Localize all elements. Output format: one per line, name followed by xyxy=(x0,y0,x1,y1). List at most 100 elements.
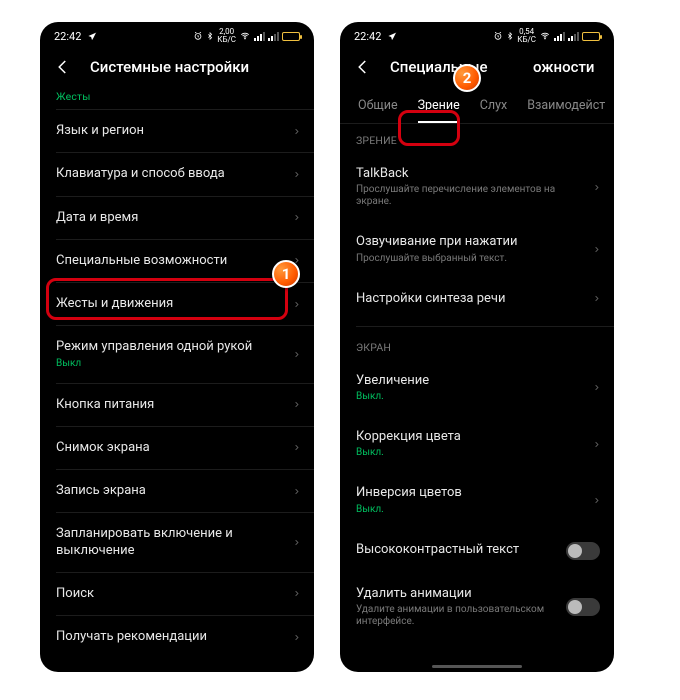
chevron-right-icon xyxy=(293,299,300,310)
back-arrow-icon[interactable] xyxy=(54,58,72,76)
status-time: 22:42 xyxy=(54,30,81,43)
settings-row[interactable]: Запись экрана xyxy=(40,470,314,512)
settings-row[interactable]: Инверсия цветов Выкл. xyxy=(340,472,614,528)
row-title: Клавиатура и способ ввода xyxy=(56,166,285,182)
chevron-right-icon xyxy=(293,588,300,599)
battery-icon xyxy=(282,32,300,41)
row-title: Настройки синтеза речи xyxy=(356,291,585,307)
row-subtitle: Удалите анимации в пользовательском инте… xyxy=(356,604,558,628)
wifi-icon xyxy=(239,31,251,41)
status-time: 22:42 xyxy=(354,30,381,43)
settings-row[interactable]: Удалить анимации Удалите анимации в польз… xyxy=(340,573,614,641)
row-title: Увеличение xyxy=(356,373,585,389)
settings-row[interactable]: Жесты и движения xyxy=(40,283,314,325)
screen-header: Специальные XXXX ожности xyxy=(340,46,614,90)
row-subtitle: Выкл. xyxy=(356,447,585,459)
chevron-right-icon xyxy=(293,255,300,266)
settings-row[interactable]: Поиск xyxy=(40,573,314,615)
battery-icon xyxy=(582,32,600,41)
net-rate: 0,54КБ/С xyxy=(517,28,536,44)
chevron-right-icon xyxy=(593,244,600,255)
screen-header: Системные настройки xyxy=(40,46,314,90)
telegram-icon xyxy=(387,31,398,42)
settings-row[interactable]: Язык и регион xyxy=(40,110,314,152)
chevron-right-icon xyxy=(293,442,300,453)
chevron-right-icon xyxy=(593,182,600,193)
row-title: TalkBack xyxy=(356,166,585,182)
settings-row[interactable]: Получать рекомендации xyxy=(40,616,314,658)
row-title: Жесты и движения xyxy=(56,296,285,312)
alarm-icon xyxy=(493,31,503,41)
section-label-vision: ЗРЕНИЕ xyxy=(340,134,614,153)
phone-right: 22:42 0,54КБ/С Специальные XXXX ожности … xyxy=(340,22,614,672)
row-title: Озвучивание при нажатии xyxy=(356,234,585,250)
row-title: Запланировать включение и выключение xyxy=(56,526,285,559)
chevron-right-icon xyxy=(293,126,300,137)
page-title: Системные настройки xyxy=(90,58,249,76)
bluetooth-icon xyxy=(206,31,214,41)
wifi-icon xyxy=(539,31,551,41)
chevron-right-icon xyxy=(593,293,600,304)
row-title: Специальные возможности xyxy=(56,253,285,269)
settings-row[interactable]: Запланировать включение и выключение xyxy=(40,513,314,572)
chevron-right-icon xyxy=(293,399,300,410)
chevron-right-icon xyxy=(293,537,300,548)
row-title: Инверсия цветов xyxy=(356,485,585,501)
settings-row[interactable]: Клавиатура и способ ввода xyxy=(40,153,314,195)
settings-row[interactable]: TalkBack Прослушайте перечисление элемент… xyxy=(340,153,614,221)
tab-взаимодейст[interactable]: Взаимодейст xyxy=(517,90,614,123)
row-subtitle: Выкл xyxy=(56,358,285,370)
row-title: Получать рекомендации xyxy=(56,629,285,645)
settings-row[interactable]: Специальные возможности xyxy=(40,240,314,282)
bluetooth-icon xyxy=(506,31,514,41)
row-title: Язык и регион xyxy=(56,123,285,139)
settings-row[interactable]: Настройки синтеза речи xyxy=(340,278,614,320)
section-label-gestures: Жесты xyxy=(40,90,314,109)
row-title: Удалить анимации xyxy=(356,586,558,602)
settings-row[interactable]: Коррекция цвета Выкл. xyxy=(340,416,614,472)
alarm-icon xyxy=(193,31,203,41)
chevron-right-icon xyxy=(593,439,600,450)
settings-row[interactable]: Высококонтрастный текст xyxy=(340,529,614,573)
home-indicator xyxy=(432,665,522,668)
toggle-switch[interactable] xyxy=(566,542,600,560)
row-title: Поиск xyxy=(56,586,285,602)
tab-общие[interactable]: Общие xyxy=(348,90,408,123)
tab-слух[interactable]: Слух xyxy=(470,90,517,123)
chevron-right-icon xyxy=(593,495,600,506)
row-title: Высококонтрастный текст xyxy=(356,542,558,558)
settings-row[interactable]: Дата и время xyxy=(40,197,314,239)
status-bar: 22:42 0,54КБ/С xyxy=(340,22,614,46)
toggle-switch[interactable] xyxy=(566,598,600,616)
chevron-right-icon xyxy=(593,382,600,393)
signal-icon-1 xyxy=(254,32,265,41)
settings-row[interactable]: Режим управления одной рукой Выкл xyxy=(40,326,314,382)
tab-зрение[interactable]: Зрение xyxy=(408,90,470,123)
status-bar: 22:42 2,00КБ/С xyxy=(40,22,314,46)
row-title: Кнопка питания xyxy=(56,397,285,413)
row-title: Коррекция цвета xyxy=(356,429,585,445)
section-label-screen: ЭКРАН xyxy=(340,341,614,360)
chevron-right-icon xyxy=(293,349,300,360)
signal-icon-1 xyxy=(554,32,565,41)
chevron-right-icon xyxy=(293,212,300,223)
row-subtitle: Прослушайте выбранный текст. xyxy=(356,253,585,265)
signal-icon-2 xyxy=(268,32,279,41)
settings-row[interactable]: Озвучивание при нажатии Прослушайте выбра… xyxy=(340,221,614,277)
signal-icon-2 xyxy=(568,32,579,41)
row-title: Запись экрана xyxy=(56,483,285,499)
chevron-right-icon xyxy=(293,632,300,643)
tabs-bar: ОбщиеЗрениеСлухВзаимодейст xyxy=(340,90,614,124)
row-subtitle: Выкл. xyxy=(356,391,585,403)
settings-row[interactable]: Кнопка питания xyxy=(40,384,314,426)
net-rate: 2,00КБ/С xyxy=(217,28,236,44)
row-title: Режим управления одной рукой xyxy=(56,339,285,355)
page-title: Специальные XXXX ожности xyxy=(390,58,594,76)
row-subtitle: Выкл. xyxy=(356,504,585,516)
settings-row[interactable]: Снимок экрана xyxy=(40,427,314,469)
back-arrow-icon[interactable] xyxy=(354,58,372,76)
settings-row[interactable]: Увеличение Выкл. xyxy=(340,360,614,416)
row-subtitle: Прослушайте перечисление элементов на эк… xyxy=(356,184,585,208)
chevron-right-icon xyxy=(293,486,300,497)
telegram-icon xyxy=(87,31,98,42)
